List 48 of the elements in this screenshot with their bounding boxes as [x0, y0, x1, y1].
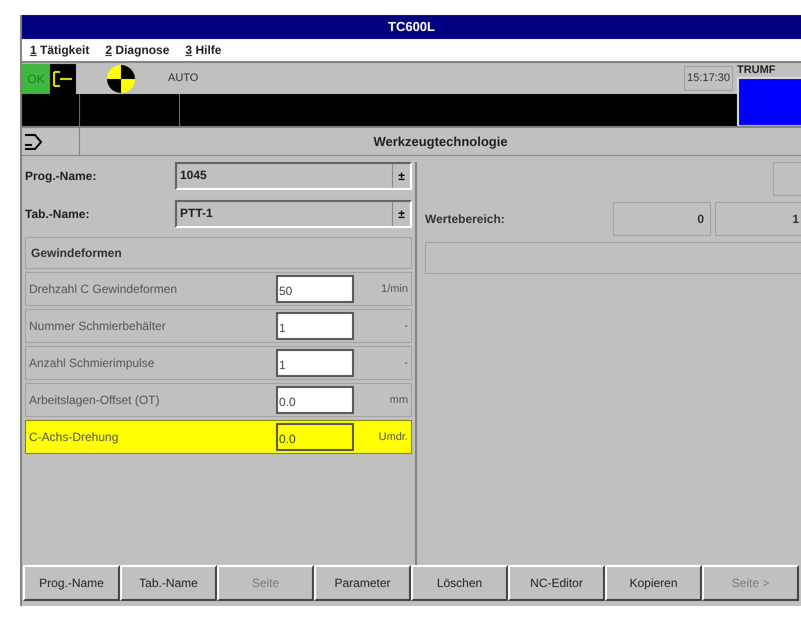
group-title: Gewindeformen [31, 245, 122, 262]
softkey-button[interactable]: NC-Editor [508, 565, 605, 601]
field-label: Tab.-Name: [25, 206, 90, 223]
parameter-row[interactable]: Drehzahl C Gewindeformen 50 1/min [25, 272, 412, 306]
softkey-button[interactable]: Löschen [411, 565, 508, 601]
softkey-button[interactable]: Parameter [314, 565, 411, 601]
softkey-button[interactable]: Kopieren [605, 565, 702, 601]
input-field[interactable]: 50 [276, 275, 354, 303]
parameter-row[interactable]: Anzahl Schmierimpulse 1 - [25, 346, 412, 380]
logo-panel [737, 77, 801, 125]
menu-item[interactable]: 1 Tätigkeit [30, 41, 90, 59]
window-title: TC600L [388, 18, 435, 36]
connector-icon [50, 64, 76, 94]
parameter-label: Nummer Schmierbehälter [29, 318, 167, 335]
unit-label: - [403, 318, 408, 334]
input-field[interactable]: 0.0 [276, 423, 354, 451]
parameter-label: Anzahl Schmierimpulse [29, 355, 156, 372]
softkey-button[interactable]: Tab.-Name [120, 565, 217, 601]
parameter-row[interactable]: Arbeitslagen-Offset (OT) 0.0 mm [25, 383, 412, 417]
parameter-label: Arbeitslagen-Offset (OT) [29, 392, 160, 409]
screen-title: Werkzeugtechnologie [373, 132, 508, 151]
unit-label: - [403, 356, 408, 371]
ok-indicator: OK [22, 64, 50, 94]
menu-item[interactable]: 3 Hilfe [185, 41, 222, 59]
input-field[interactable]: 1 [276, 349, 354, 377]
parameter-label: C-Achs-Drehung [29, 429, 120, 446]
unit-label: mm [388, 392, 408, 408]
brand-label: TRUMF [737, 63, 776, 77]
time-display: 15:17:30 [684, 66, 733, 91]
dropdown-field[interactable]: 1045 ± [175, 162, 412, 190]
tool-icon [24, 132, 44, 150]
parameter-row[interactable]: C-Achs-Drehung 0.0 Umdr. [25, 420, 412, 454]
range-max: 1 [715, 202, 801, 236]
field-label: Prog.-Name: [25, 168, 98, 185]
input-field[interactable]: 0.0 [276, 386, 354, 414]
unit-label: Umdr. [378, 430, 408, 445]
input-field[interactable]: 1 [276, 312, 354, 340]
softkey-button[interactable]: Prog.-Name [23, 565, 120, 601]
info-box [773, 162, 801, 196]
menu-item[interactable]: 2 Diagnose [105, 41, 170, 59]
parameter-label: Drehzahl C Gewindeformen [29, 281, 178, 298]
range-min: 0 [613, 202, 711, 236]
dropdown-field[interactable]: PTT-1 ± [175, 200, 412, 228]
parameter-row[interactable]: Nummer Schmierbehälter 1 - [25, 309, 412, 343]
mode-label: AUTO [168, 71, 198, 86]
range-label: Wertebereich: [425, 211, 506, 228]
unit-label: 1/min [380, 282, 408, 297]
quartered-disc-icon [106, 64, 136, 94]
